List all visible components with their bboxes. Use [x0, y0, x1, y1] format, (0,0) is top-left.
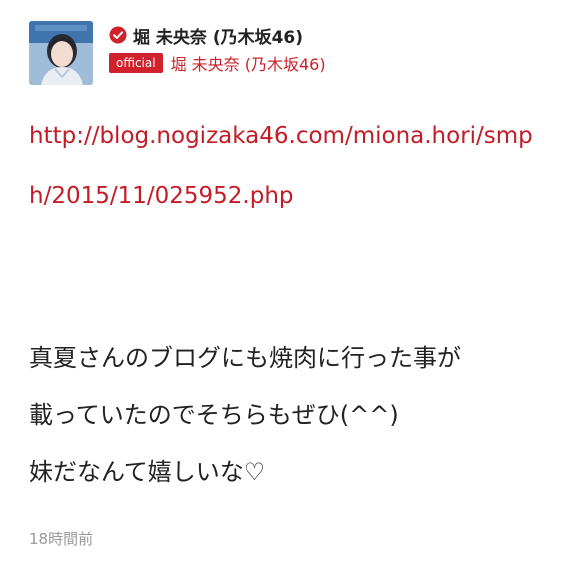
post-body-line: 真夏さんのブログにも焼肉に行った事が — [29, 344, 461, 372]
author-display-name[interactable]: 堀 未央奈 (乃木坂46) — [133, 23, 303, 48]
author-handle[interactable]: 堀 未央奈 (乃木坂46) — [171, 51, 326, 75]
profile-photo — [29, 21, 93, 85]
post-card: 堀 未央奈 (乃木坂46) official 堀 未央奈 (乃木坂46) htt… — [0, 0, 580, 563]
verified-check-icon — [109, 26, 127, 44]
author-handle-row: official 堀 未央奈 (乃木坂46) — [109, 51, 326, 75]
avatar[interactable] — [29, 21, 93, 85]
post-link[interactable]: http://blog.nogizaka46.com/miona.hori/sm… — [29, 106, 549, 226]
post-body: 真夏さんのブログにも焼肉に行った事が 載っていたのでそちらもぜひ(^^) 妹だな… — [29, 330, 559, 501]
post-body-line: 載っていたのでそちらもぜひ(^^) — [29, 401, 399, 429]
post-body-line: 妹だなんて嬉しいな♡ — [29, 458, 266, 486]
author-name-row: 堀 未央奈 (乃木坂46) — [109, 22, 303, 48]
official-badge: official — [109, 53, 163, 73]
post-timestamp: 18時間前 — [29, 530, 94, 548]
